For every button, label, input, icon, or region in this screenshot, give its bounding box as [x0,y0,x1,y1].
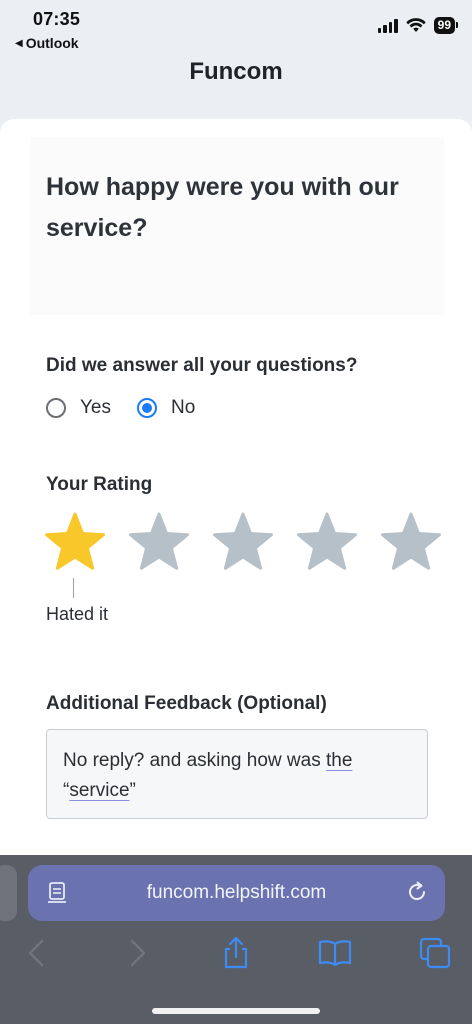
star-rating [44,511,442,573]
cellular-signal-icon [377,18,398,33]
feedback-text-part2: the [325,750,353,771]
tabs-icon[interactable] [417,935,453,971]
screen: 07:35 ◀ Outlook 99 Funcom How happy were… [0,0,472,1024]
rating-label: Your Rating [46,474,153,495]
status-bar: 07:35 ◀ Outlook 99 [0,0,472,56]
back-triangle-icon: ◀ [15,37,23,49]
answered-options: Yes No [46,397,221,419]
star-5-icon[interactable] [380,511,442,573]
feedback-textarea[interactable]: No reply? and asking how was the “service… [46,729,428,819]
url-text: funcom.helpshift.com [146,882,327,903]
radio-yes[interactable] [46,398,66,418]
previous-tab-preview[interactable] [0,865,17,921]
page-title: Funcom [189,58,283,85]
bookmarks-icon[interactable] [317,935,353,971]
back-to-app-button[interactable]: ◀ Outlook [15,35,79,51]
star-2-icon[interactable] [128,511,190,573]
feedback-label: Additional Feedback (Optional) [46,693,327,714]
feedback-text-part5: ” [129,780,136,801]
home-indicator[interactable] [152,1008,320,1014]
back-chevron-icon[interactable] [20,935,56,971]
option-yes[interactable]: Yes [46,397,111,419]
battery-icon: 99 [433,17,459,34]
option-yes-label: Yes [80,397,111,418]
option-no-label: No [171,397,196,418]
question-box: How happy were you with our service? [30,137,444,315]
rating-caption: Hated it [46,604,109,624]
survey-card: How happy were you with our service? Did… [0,119,472,859]
feedback-text-part4: service [69,780,130,801]
forward-chevron-icon[interactable] [118,935,154,971]
share-icon[interactable] [218,935,254,971]
browser-bar: funcom.helpshift.com [0,855,472,1024]
option-no[interactable]: No [137,397,195,419]
star-4-icon[interactable] [296,511,358,573]
browser-toolbar [0,935,472,975]
rating-indicator-tick [73,578,74,598]
star-3-icon[interactable] [212,511,274,573]
wifi-icon [405,18,426,32]
star-1-icon[interactable] [44,511,106,573]
survey-question: How happy were you with our service? [46,173,399,242]
answered-question-label: Did we answer all your questions? [46,355,358,376]
reload-icon[interactable] [405,880,429,904]
status-time: 07:35 [33,9,81,29]
radio-no[interactable] [137,398,157,418]
feedback-text-part1: No reply? and asking how was [63,750,326,771]
back-app-label: Outlook [25,35,79,51]
status-icons: 99 [377,17,459,34]
address-bar[interactable]: funcom.helpshift.com [28,865,445,921]
